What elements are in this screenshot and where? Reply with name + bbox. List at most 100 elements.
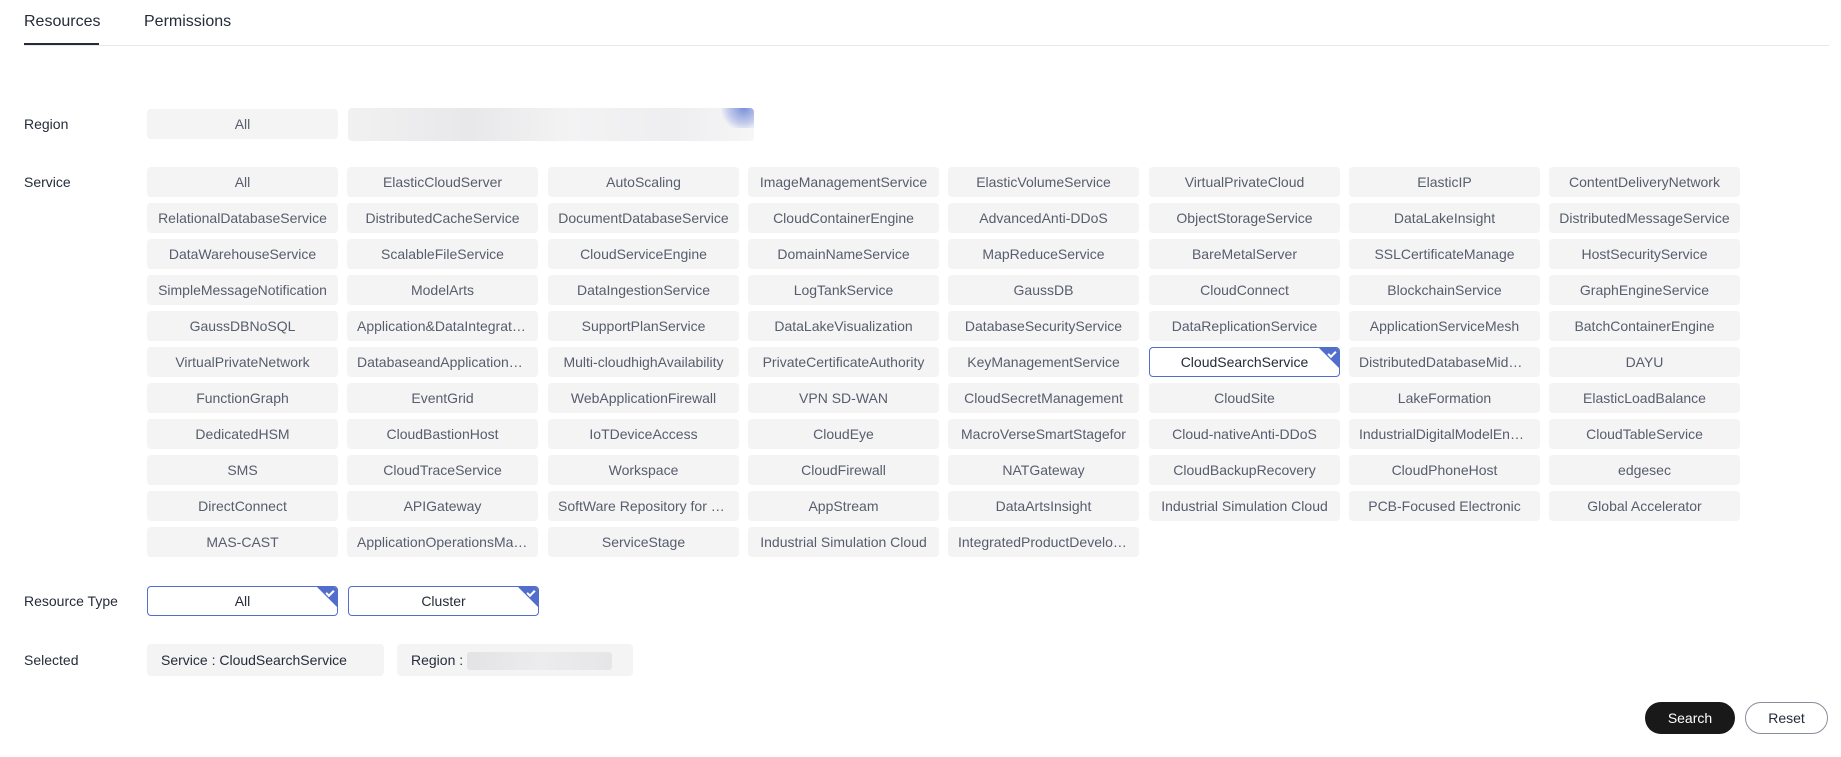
service-option[interactable]: CloudEye bbox=[748, 419, 939, 449]
service-option[interactable]: ElasticCloudServer bbox=[347, 167, 538, 197]
service-option[interactable]: GraphEngineService bbox=[1549, 275, 1740, 305]
service-option[interactable]: DirectConnect bbox=[147, 491, 338, 521]
service-option[interactable]: Multi-cloudhighAvailability bbox=[548, 347, 739, 377]
service-option[interactable]: GaussDBNoSQL bbox=[147, 311, 338, 341]
selected-tag-region: Region : bbox=[397, 644, 633, 676]
service-option[interactable]: DomainNameService bbox=[748, 239, 939, 269]
service-option[interactable]: ApplicationOperationsManagement bbox=[347, 527, 538, 557]
service-option[interactable]: SMS bbox=[147, 455, 338, 485]
service-option[interactable]: CloudBackupRecovery bbox=[1149, 455, 1340, 485]
service-option[interactable]: Industrial Simulation Cloud bbox=[1149, 491, 1340, 521]
service-option[interactable]: WebApplicationFirewall bbox=[548, 383, 739, 413]
service-option[interactable]: DistributedMessageService bbox=[1549, 203, 1740, 233]
service-option[interactable]: ContentDeliveryNetwork bbox=[1549, 167, 1740, 197]
service-option[interactable]: CloudPhoneHost bbox=[1349, 455, 1540, 485]
service-option[interactable]: HostSecurityService bbox=[1549, 239, 1740, 269]
service-option[interactable]: MacroVerseSmartStagefor bbox=[948, 419, 1139, 449]
service-option[interactable]: DataWarehouseService bbox=[147, 239, 338, 269]
service-option[interactable]: VirtualPrivateNetwork bbox=[147, 347, 338, 377]
service-option[interactable]: DatabaseSecurityService bbox=[948, 311, 1139, 341]
service-option[interactable]: ApplicationServiceMesh bbox=[1349, 311, 1540, 341]
service-option[interactable]: Cloud-nativeAnti-DDoS bbox=[1149, 419, 1340, 449]
service-option[interactable]: CloudServiceEngine bbox=[548, 239, 739, 269]
service-option[interactable]: MAS-CAST bbox=[147, 527, 338, 557]
tab-bar: Resources Permissions bbox=[24, 0, 1829, 46]
service-option[interactable]: IoTDeviceAccess bbox=[548, 419, 739, 449]
region-option-blurred[interactable] bbox=[348, 108, 754, 141]
service-option[interactable]: EventGrid bbox=[347, 383, 538, 413]
service-option[interactable]: CloudContainerEngine bbox=[748, 203, 939, 233]
service-option[interactable]: KeyManagementService bbox=[948, 347, 1139, 377]
service-option[interactable]: CloudSite bbox=[1149, 383, 1340, 413]
service-option[interactable]: NATGateway bbox=[948, 455, 1139, 485]
service-option[interactable]: DatabaseandApplicationMigration bbox=[347, 347, 538, 377]
service-option[interactable]: SupportPlanService bbox=[548, 311, 739, 341]
service-option[interactable]: CloudBastionHost bbox=[347, 419, 538, 449]
service-option[interactable]: BlockchainService bbox=[1349, 275, 1540, 305]
service-option[interactable]: Industrial Simulation Cloud bbox=[748, 527, 939, 557]
service-option[interactable]: DataIngestionService bbox=[548, 275, 739, 305]
blurred-region-value bbox=[467, 652, 613, 671]
service-option[interactable]: LakeFormation bbox=[1349, 383, 1540, 413]
service-option[interactable]: CloudFirewall bbox=[748, 455, 939, 485]
service-option[interactable]: RelationalDatabaseService bbox=[147, 203, 338, 233]
service-option[interactable]: CloudTableService bbox=[1549, 419, 1740, 449]
service-option[interactable]: IntegratedProductDevelopment bbox=[948, 527, 1139, 557]
selected-tag-service: Service : CloudSearchService bbox=[147, 644, 384, 676]
service-option[interactable]: AppStream bbox=[748, 491, 939, 521]
service-option[interactable]: AdvancedAnti-DDoS bbox=[948, 203, 1139, 233]
service-option[interactable]: Workspace bbox=[548, 455, 739, 485]
service-option[interactable]: CloudSecretManagement bbox=[948, 383, 1139, 413]
search-button[interactable]: Search bbox=[1645, 702, 1735, 734]
service-option[interactable]: LogTankService bbox=[748, 275, 939, 305]
service-option[interactable]: GaussDB bbox=[948, 275, 1139, 305]
service-option[interactable]: ElasticLoadBalance bbox=[1549, 383, 1740, 413]
service-option[interactable]: ElasticIP bbox=[1349, 167, 1540, 197]
reset-button[interactable]: Reset bbox=[1745, 702, 1828, 734]
service-option[interactable]: FunctionGraph bbox=[147, 383, 338, 413]
region-option-all[interactable]: All bbox=[147, 109, 338, 139]
service-option[interactable]: MapReduceService bbox=[948, 239, 1139, 269]
service-option[interactable]: IndustrialDigitalModelEngine bbox=[1349, 419, 1540, 449]
service-option[interactable]: DistributedDatabaseMiddleware bbox=[1349, 347, 1540, 377]
service-option[interactable]: SimpleMessageNotification bbox=[147, 275, 338, 305]
selected-corner-icon bbox=[1319, 348, 1339, 368]
service-option[interactable]: APIGateway bbox=[347, 491, 538, 521]
service-option[interactable]: BatchContainerEngine bbox=[1549, 311, 1740, 341]
service-option[interactable]: CloudTraceService bbox=[347, 455, 538, 485]
service-option[interactable]: DataReplicationService bbox=[1149, 311, 1340, 341]
service-option[interactable]: ScalableFileService bbox=[347, 239, 538, 269]
service-option[interactable]: DocumentDatabaseService bbox=[548, 203, 739, 233]
service-option[interactable]: ModelArts bbox=[347, 275, 538, 305]
service-option[interactable]: VPN SD-WAN bbox=[748, 383, 939, 413]
service-option[interactable]: Application&DataIntegration bbox=[347, 311, 538, 341]
service-option[interactable]: DataLakeInsight bbox=[1349, 203, 1540, 233]
resource-type-all[interactable]: All bbox=[147, 586, 338, 616]
service-option[interactable]: DistributedCacheService bbox=[347, 203, 538, 233]
resource-type-label: Resource Type bbox=[24, 593, 118, 609]
service-option[interactable]: VirtualPrivateCloud bbox=[1149, 167, 1340, 197]
service-option-selected[interactable]: CloudSearchService bbox=[1149, 347, 1340, 377]
service-option[interactable]: DedicatedHSM bbox=[147, 419, 338, 449]
tab-permissions[interactable]: Permissions bbox=[144, 13, 231, 45]
service-option[interactable]: ElasticVolumeService bbox=[948, 167, 1139, 197]
service-option[interactable]: AutoScaling bbox=[548, 167, 739, 197]
service-option[interactable]: SoftWare Repository for Container bbox=[548, 491, 739, 521]
service-option[interactable]: edgesec bbox=[1549, 455, 1740, 485]
service-option[interactable]: ImageManagementService bbox=[748, 167, 939, 197]
service-option[interactable]: BareMetalServer bbox=[1149, 239, 1340, 269]
service-option[interactable]: PCB-Focused Electronic bbox=[1349, 491, 1540, 521]
service-option[interactable]: SSLCertificateManage bbox=[1349, 239, 1540, 269]
selected-corner-icon bbox=[518, 587, 538, 607]
service-option[interactable]: PrivateCertificateAuthority bbox=[748, 347, 939, 377]
service-option[interactable]: DAYU bbox=[1549, 347, 1740, 377]
service-option[interactable]: DataLakeVisualization bbox=[748, 311, 939, 341]
service-option[interactable]: All bbox=[147, 167, 338, 197]
service-option[interactable]: Global Accelerator bbox=[1549, 491, 1740, 521]
service-option[interactable]: DataArtsInsight bbox=[948, 491, 1139, 521]
service-option[interactable]: ObjectStorageService bbox=[1149, 203, 1340, 233]
tab-resources[interactable]: Resources bbox=[24, 13, 100, 45]
service-option[interactable]: CloudConnect bbox=[1149, 275, 1340, 305]
service-option[interactable]: ServiceStage bbox=[548, 527, 739, 557]
resource-type-cluster[interactable]: Cluster bbox=[348, 586, 539, 616]
